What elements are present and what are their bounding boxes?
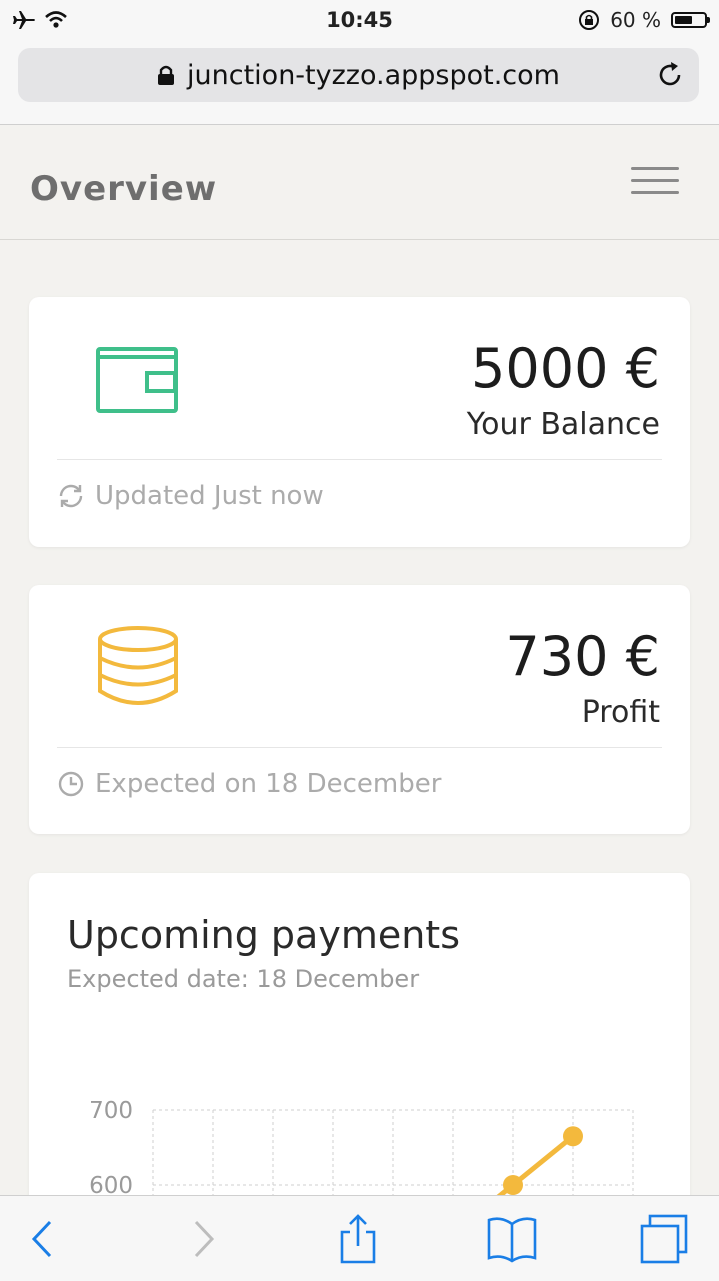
wallet-icon	[96, 347, 178, 413]
bookmarks-icon[interactable]	[486, 1214, 538, 1264]
tabs-icon[interactable]	[638, 1214, 690, 1264]
profit-label: Profit	[581, 695, 660, 730]
divider	[57, 459, 662, 460]
orientation-lock-icon	[579, 10, 600, 30]
battery-text: 60 %	[610, 8, 661, 32]
payments-card: Upcoming payments Expected date: 18 Dece…	[29, 873, 690, 1213]
profit-card: 730 € Profit Expected on 18 December	[29, 585, 690, 834]
divider	[57, 747, 662, 748]
profit-expected-text: Expected on 18 December	[95, 769, 442, 799]
reload-icon[interactable]	[655, 60, 685, 90]
data-point	[503, 1175, 523, 1195]
lock-icon	[158, 65, 175, 85]
balance-card: 5000 € Your Balance Updated Just now	[29, 297, 690, 547]
browser-toolbar	[0, 1195, 719, 1281]
balance-label: Your Balance	[466, 407, 660, 442]
data-point	[563, 1126, 583, 1147]
coins-icon	[98, 626, 178, 705]
hamburger-icon[interactable]	[631, 167, 679, 197]
payments-chart: 700600	[89, 1098, 634, 1213]
app-header: Overview	[0, 125, 719, 240]
browser-bar: junction-tyzzo.appspot.com	[0, 40, 719, 125]
share-icon[interactable]	[332, 1214, 384, 1264]
refresh-icon	[59, 484, 83, 508]
page-title: Overview	[30, 169, 218, 209]
profit-amount: 730 €	[505, 625, 660, 688]
clock-icon	[58, 771, 84, 797]
url-text: junction-tyzzo.appspot.com	[187, 59, 560, 91]
status-bar: 10:45 60 %	[0, 0, 719, 40]
forward-icon[interactable]	[176, 1214, 228, 1264]
balance-amount: 5000 €	[471, 337, 660, 400]
balance-updated-text: Updated Just now	[95, 481, 324, 511]
back-icon[interactable]	[18, 1214, 70, 1264]
battery-icon	[671, 12, 710, 28]
address-bar[interactable]: junction-tyzzo.appspot.com	[18, 48, 699, 102]
y-tick-label: 700	[89, 1098, 133, 1124]
series-line	[491, 1134, 575, 1204]
